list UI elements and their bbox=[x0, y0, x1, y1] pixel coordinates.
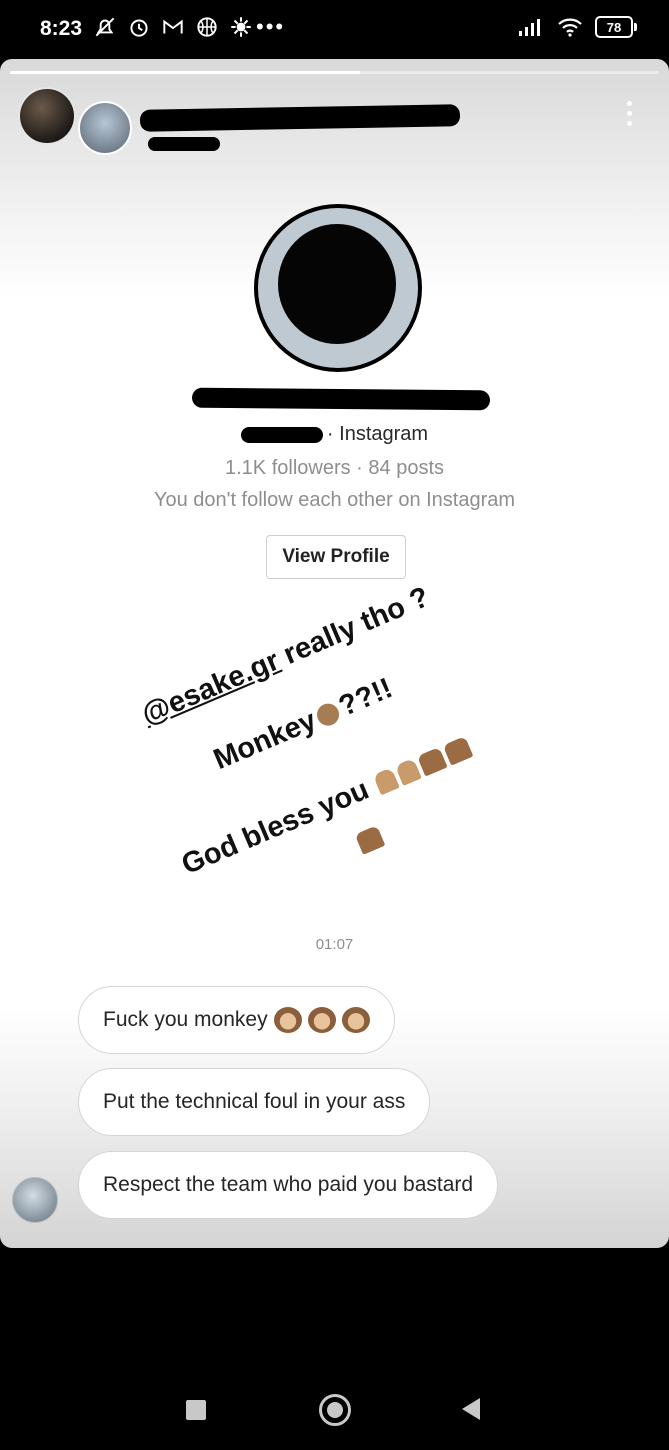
see-no-evil-monkey-icon bbox=[307, 1007, 336, 1033]
status-time: 8:23 bbox=[40, 17, 83, 40]
shared-profile-platform: · Instagram bbox=[0, 423, 669, 446]
story-text-line-1: @esake.gr really tho ? bbox=[137, 581, 434, 732]
message-bubble[interactable]: Put the technical foul in your ass bbox=[78, 1068, 431, 1136]
redaction-mark bbox=[191, 387, 491, 411]
status-notification-icons bbox=[92, 14, 254, 40]
battery-icon: 78 bbox=[595, 16, 637, 38]
more-vertical-icon[interactable] bbox=[627, 101, 635, 126]
redaction-mark bbox=[139, 104, 461, 132]
story-progress-fill bbox=[10, 71, 361, 74]
story-card[interactable]: · Instagram 1.1K followers · 84 posts Yo… bbox=[0, 59, 669, 1248]
story-author-avatar[interactable] bbox=[20, 89, 74, 143]
see-no-evil-monkey-icon bbox=[273, 1007, 302, 1033]
monkey-word: Monkey bbox=[209, 704, 322, 777]
signal-icon bbox=[519, 19, 540, 36]
home-circle-icon[interactable] bbox=[319, 1394, 351, 1426]
mention-link[interactable]: @esake.gr bbox=[137, 645, 284, 731]
praying-hands-icon bbox=[372, 767, 400, 796]
story-text-line-1-rest: really tho ? bbox=[271, 580, 434, 675]
alarm-icon bbox=[130, 19, 148, 37]
story-progress-bar bbox=[10, 71, 659, 74]
follow-status-text: You don't follow each other on Instagram bbox=[153, 489, 516, 511]
raised-hands-icon bbox=[416, 747, 448, 777]
shared-profile-stats: 1.1K followers · 84 posts bbox=[225, 457, 444, 479]
message-text: Put the technical foul in your ass bbox=[103, 1090, 406, 1113]
message-text: Fuck you monkey bbox=[103, 1008, 268, 1031]
more-notifications-icon: ••• bbox=[256, 14, 286, 39]
muted-bell-icon bbox=[95, 17, 115, 37]
raised-hands-icon bbox=[354, 825, 386, 855]
recents-square-icon[interactable] bbox=[186, 1400, 206, 1420]
sender-avatar[interactable] bbox=[12, 1177, 58, 1223]
wifi-icon bbox=[558, 18, 582, 37]
status-system-icons: 78 bbox=[517, 16, 637, 38]
view-profile-button[interactable]: View Profile bbox=[266, 535, 406, 579]
battery-level: 78 bbox=[606, 19, 622, 35]
shared-profile-avatar[interactable] bbox=[254, 204, 422, 372]
settings-gear-icon bbox=[231, 17, 251, 37]
platform-label: · Instagram bbox=[326, 423, 429, 445]
redaction-mark bbox=[148, 137, 220, 151]
see-no-evil-monkey-icon bbox=[341, 1007, 370, 1033]
story-text-line-2-end: ??!! bbox=[334, 672, 398, 723]
redaction-mark bbox=[240, 426, 323, 443]
back-triangle-icon[interactable] bbox=[462, 1398, 480, 1420]
raised-hands-icon bbox=[442, 736, 474, 767]
reposted-user-avatar[interactable] bbox=[78, 101, 132, 155]
message-text: Respect the team who paid you bastard bbox=[103, 1173, 474, 1196]
god-bless-text: God bless you bbox=[177, 773, 374, 882]
message-bubble[interactable]: Fuck you monkey bbox=[78, 986, 395, 1054]
navigation-bar bbox=[0, 1370, 669, 1450]
praying-hands-icon bbox=[394, 758, 422, 787]
status-bar: 8:23 ••• 78 bbox=[0, 0, 669, 58]
message-bubble[interactable]: Respect the team who paid you bastard bbox=[78, 1151, 499, 1219]
basketball-icon bbox=[197, 17, 217, 37]
gmail-icon bbox=[163, 19, 183, 34]
message-timestamp: 01:07 bbox=[315, 936, 354, 953]
